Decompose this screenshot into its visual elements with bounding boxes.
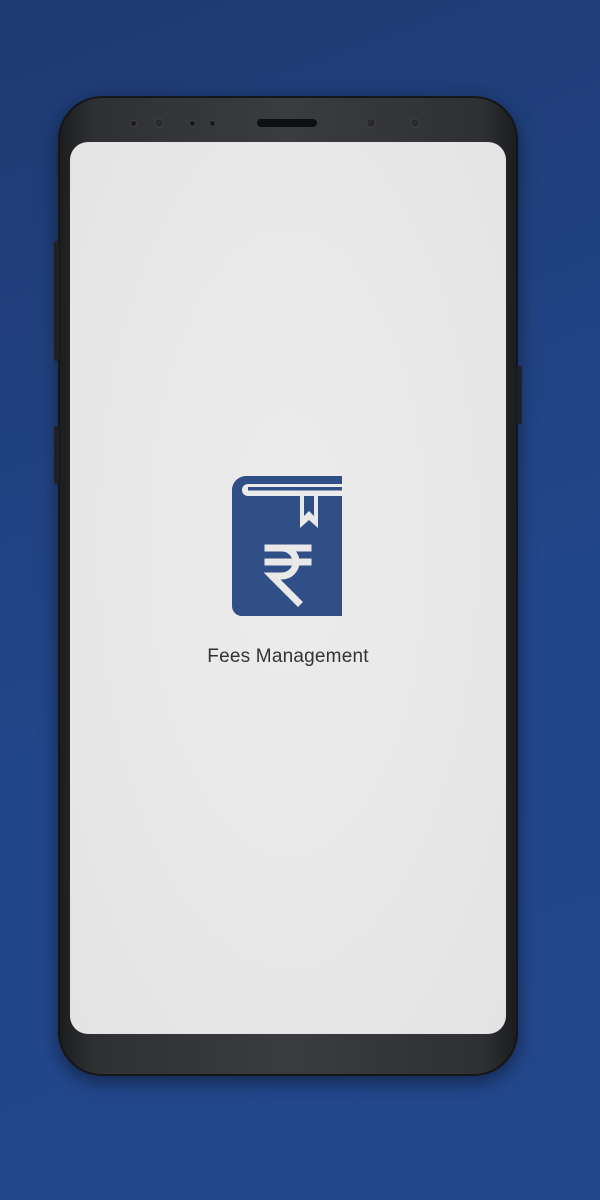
iris-sensor bbox=[154, 118, 164, 128]
book-rupee-icon bbox=[232, 476, 342, 616]
splash-screen: Fees Management bbox=[70, 476, 506, 668]
led-indicator bbox=[209, 120, 216, 127]
bixby-button bbox=[54, 426, 59, 484]
phone-top-bezel bbox=[58, 110, 518, 140]
earpiece-speaker bbox=[257, 119, 317, 127]
phone-screen: Fees Management bbox=[70, 142, 506, 1034]
power-button bbox=[517, 366, 522, 424]
proximity-sensor bbox=[130, 120, 137, 127]
iris-camera bbox=[410, 118, 420, 128]
light-sensor bbox=[189, 120, 196, 127]
phone-frame: Fees Management bbox=[54, 96, 522, 1076]
volume-button bbox=[54, 241, 59, 361]
app-title: Fees Management bbox=[207, 646, 369, 667]
front-camera bbox=[366, 118, 376, 128]
